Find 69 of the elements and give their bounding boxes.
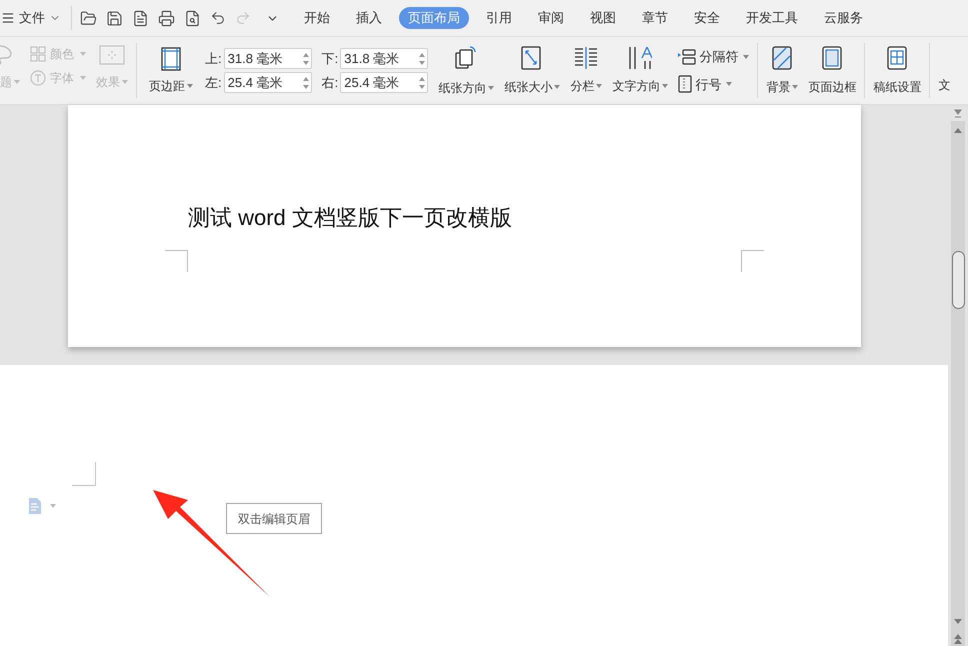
ribbon-tab[interactable]: 引用	[477, 7, 521, 29]
ribbon-tab[interactable]: 开始	[295, 7, 339, 29]
margins-button[interactable]: 页边距	[145, 39, 197, 102]
margin-field[interactable]: 31.8 毫米	[340, 48, 428, 69]
layout-button[interactable]: 纸张方向	[436, 39, 496, 102]
spinner-icon	[419, 76, 426, 90]
page-break-icon	[678, 48, 696, 65]
scrollbar-thumb[interactable]	[952, 251, 964, 309]
caret-icon	[50, 504, 56, 508]
page-down-icon[interactable]	[954, 634, 962, 644]
effects-icon	[99, 45, 125, 65]
spinner-icon	[419, 52, 426, 66]
open-icon[interactable]	[80, 10, 97, 26]
margin-field[interactable]: 31.8 毫米	[224, 48, 312, 69]
columns-icon	[574, 46, 598, 68]
corner-mark	[741, 250, 764, 272]
margin-label: 上:	[205, 50, 222, 68]
caret-icon	[122, 80, 128, 84]
ribbon-tab[interactable]: 章节	[633, 7, 677, 29]
color-grid-icon	[30, 46, 46, 62]
caret-icon	[80, 52, 86, 56]
small-ribbon-button[interactable]: 行号	[678, 74, 750, 94]
margin-label: 右:	[322, 74, 338, 92]
page-up-icon[interactable]	[953, 109, 963, 119]
layout-button[interactable]: 分栏	[568, 39, 604, 102]
ribbon-tab[interactable]: 插入	[347, 7, 391, 29]
ribbon-tab[interactable]: 视图	[581, 7, 625, 29]
export-pdf-icon[interactable]	[132, 10, 149, 26]
spinner-icon	[302, 76, 309, 90]
scroll-down-icon[interactable]	[954, 619, 962, 624]
caret-icon	[187, 84, 193, 88]
ribbon-tab[interactable]: 云服务	[815, 7, 872, 29]
ribbon-tab[interactable]: 开发工具	[737, 7, 807, 29]
ribbon-tab[interactable]: 安全	[685, 7, 729, 29]
page-size-icon	[521, 46, 544, 70]
page-button[interactable]: 页面边框	[808, 39, 856, 102]
cut-off-ribbon-button[interactable]: 文	[938, 39, 950, 102]
margin-field[interactable]: 25.4 毫米	[340, 72, 428, 93]
page-button[interactable]: 背景	[766, 39, 798, 102]
page-text: 测试 word 文档竖版下一页改横版	[188, 205, 512, 230]
text-direction-icon	[628, 46, 652, 68]
file-menu[interactable]: 文件	[19, 8, 61, 28]
margin-label: 下:	[322, 50, 338, 68]
corner-mark	[165, 250, 188, 272]
header-tooltip: 双击编辑页眉	[226, 503, 322, 534]
caret-icon	[14, 80, 20, 84]
scroll-up-icon[interactable]	[954, 128, 962, 133]
small-ribbon-button[interactable]: 分隔符	[678, 47, 750, 66]
undo-icon[interactable]	[210, 10, 226, 26]
grid-paper-icon	[887, 46, 908, 70]
layout-button[interactable]: 文字方向	[610, 39, 670, 102]
background-icon	[772, 46, 792, 70]
margin-field[interactable]: 25.4 毫米	[224, 72, 312, 93]
margin-label: 左:	[205, 74, 222, 92]
vertical-scrollbar[interactable]	[948, 105, 968, 646]
page-border-icon	[822, 46, 842, 70]
print-icon[interactable]	[158, 10, 175, 26]
caret-icon	[80, 76, 86, 80]
font-icon	[30, 70, 46, 86]
margins-icon	[161, 46, 181, 70]
ribbon-tab[interactable]: 审阅	[529, 7, 573, 29]
spinner-icon	[302, 52, 309, 66]
corner-mark	[72, 462, 96, 486]
line-numbers-icon	[678, 75, 692, 94]
manuscript-settings-button[interactable]: 稿纸设置	[873, 39, 922, 102]
menu-icon[interactable]	[1, 11, 15, 25]
print-preview-icon[interactable]	[184, 10, 201, 26]
save-icon[interactable]	[106, 10, 123, 26]
layout-button[interactable]: 纸张大小	[502, 39, 562, 102]
